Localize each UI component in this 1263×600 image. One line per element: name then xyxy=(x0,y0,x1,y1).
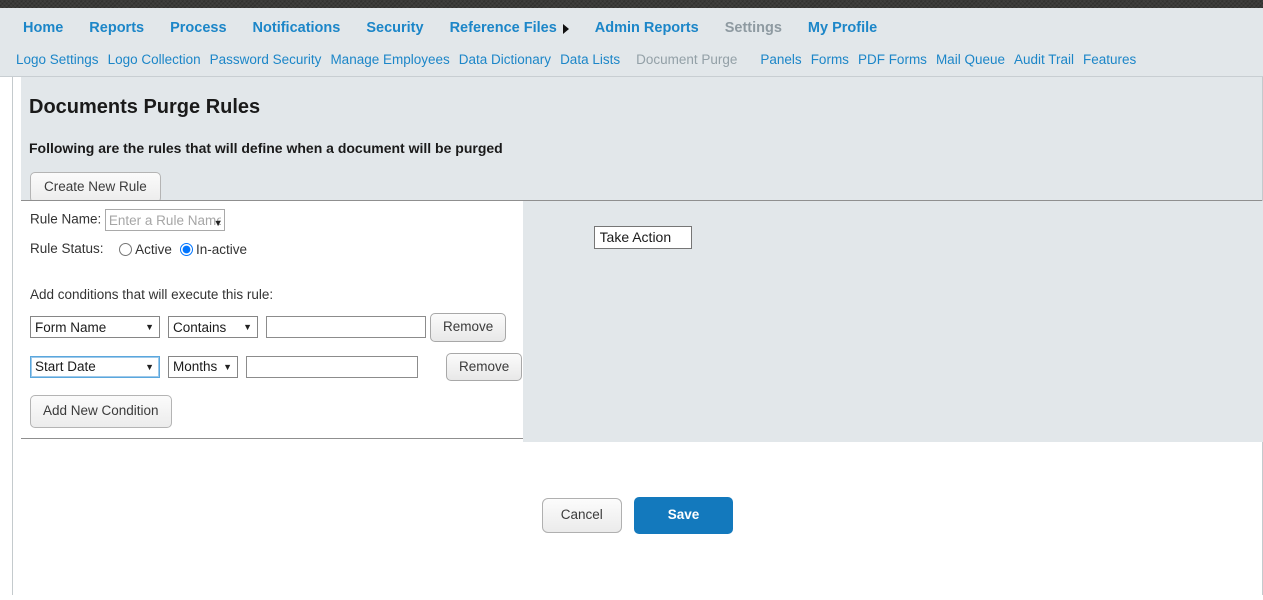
remove-condition-button[interactable]: Remove xyxy=(430,313,507,342)
subnav-item-password-security[interactable]: Password Security xyxy=(210,53,322,67)
rule-status-option-label[interactable]: Active xyxy=(135,242,172,257)
nav-item-settings: Settings xyxy=(725,21,782,36)
rule-status-row: Rule Status: Active In-active xyxy=(21,239,523,271)
nav-item-label: Admin Reports xyxy=(594,20,699,37)
rule-status-radio-group: Active In-active xyxy=(119,241,255,257)
subnav-item-audit-trail[interactable]: Audit Trail xyxy=(1014,53,1074,67)
primary-navigation: Home Reports Process Notifications Security R… xyxy=(0,13,1263,44)
nav-item-label: Reference Files xyxy=(449,20,557,37)
nav-item-label: Reports xyxy=(89,20,145,37)
rule-name-input[interactable] xyxy=(104,209,225,231)
subnav-item-features[interactable]: Features xyxy=(1083,53,1136,67)
nav-item-reports[interactable]: Reports xyxy=(89,21,144,36)
secondary-navigation: Logo Settings Logo Collection Password Sec… xyxy=(0,44,1263,76)
nav-item-reference-files[interactable]: Reference Files xyxy=(450,21,569,36)
subnav-item-document-purge: Document Purge xyxy=(636,52,738,68)
nav-item-label: Notifications xyxy=(252,20,341,37)
subnav-item-panels[interactable]: Panels xyxy=(760,53,801,67)
condition-value-input[interactable] xyxy=(266,316,426,339)
rule-name-label: Rule Name: xyxy=(30,211,102,227)
add-new-condition-button[interactable]: Add New Condition xyxy=(30,395,172,428)
condition-operator-select[interactable]: Contains xyxy=(168,316,258,339)
content-card: Documents Purge Rules Following are the … xyxy=(12,77,1263,595)
top-decorative-bar xyxy=(0,0,1263,8)
cancel-button[interactable]: Cancel xyxy=(541,498,622,533)
nav-item-label: Home xyxy=(23,20,64,37)
rule-name-row: Rule Name: Take Action ▼ xyxy=(21,201,692,250)
rule-status-option-label[interactable]: In-active xyxy=(196,242,247,257)
conditions-intro: Add conditions that will execute this ru… xyxy=(30,287,274,302)
subnav-item-logo-collection[interactable]: Logo Collection xyxy=(108,53,201,67)
subnav-item-data-lists[interactable]: Data Lists xyxy=(560,53,620,67)
condition-operator-select[interactable]: Months xyxy=(168,355,238,378)
rule-form: Rule Name: Take Action ▼ Rule Status: Ac… xyxy=(21,201,692,439)
condition-row: Form Name ▼ Contains ▼ Remove xyxy=(21,313,523,342)
caret-right-icon xyxy=(562,23,569,34)
save-button[interactable]: Save xyxy=(633,497,734,534)
conditions-list: Form Name ▼ Contains ▼ Remove Start Date ▼ Mont… xyxy=(21,313,523,381)
condition-field-select[interactable]: Form Name xyxy=(30,316,160,339)
rule-region: Rule Name: Take Action ▼ Rule Status: Ac… xyxy=(13,201,1263,443)
page-subtitle: Following are the rules that will define… xyxy=(29,140,503,156)
condition-field-select-wrap: Form Name ▼ xyxy=(30,316,160,339)
subnav-item-forms[interactable]: Forms xyxy=(811,53,849,67)
subnav-item-manage-employees[interactable]: Manage Employees xyxy=(330,53,449,67)
create-new-rule-button[interactable]: Create New Rule xyxy=(30,172,161,203)
footer-actions: Cancel Save xyxy=(13,497,1262,534)
page-title: Documents Purge Rules xyxy=(29,96,261,118)
condition-row: Start Date ▼ Months ▼ Remove xyxy=(21,352,523,381)
condition-operator-select-wrap: Months ▼ xyxy=(168,355,238,378)
nav-item-my-profile[interactable]: My Profile xyxy=(808,21,877,36)
nav-item-process[interactable]: Process xyxy=(170,21,226,36)
subnav-item-mail-queue[interactable]: Mail Queue xyxy=(936,53,1005,67)
nav-item-label: Process xyxy=(170,20,227,37)
condition-value-input[interactable] xyxy=(246,355,418,378)
rule-status-radio-active[interactable] xyxy=(119,243,133,257)
nav-item-notifications[interactable]: Notifications xyxy=(253,21,341,36)
subnav-item-logo-settings[interactable]: Logo Settings xyxy=(16,53,99,67)
nav-item-label: Security xyxy=(366,20,424,37)
subnav-item-data-dictionary[interactable]: Data Dictionary xyxy=(459,53,551,67)
take-action-select[interactable]: Take Action xyxy=(593,226,692,250)
nav-item-security[interactable]: Security xyxy=(366,21,423,36)
nav-item-admin-reports[interactable]: Admin Reports xyxy=(595,21,699,36)
page-body: Documents Purge Rules Following are the … xyxy=(0,77,1263,595)
card-header: Documents Purge Rules Following are the … xyxy=(21,77,1262,203)
rule-status-radio-in-active[interactable] xyxy=(179,243,193,257)
subnav-item-pdf-forms[interactable]: PDF Forms xyxy=(858,53,927,67)
nav-item-label: My Profile xyxy=(807,20,878,37)
nav-item-home[interactable]: Home xyxy=(23,21,63,36)
condition-operator-select-wrap: Contains ▼ xyxy=(168,316,258,339)
condition-field-select-wrap: Start Date ▼ xyxy=(30,355,160,378)
remove-condition-button[interactable]: Remove xyxy=(446,352,523,381)
condition-field-select[interactable]: Start Date xyxy=(30,355,160,378)
rule-status-label: Rule Status: xyxy=(30,241,104,256)
navigation-region: Home Reports Process Notifications Security R… xyxy=(0,8,1263,77)
nav-item-label: Settings xyxy=(724,20,782,37)
